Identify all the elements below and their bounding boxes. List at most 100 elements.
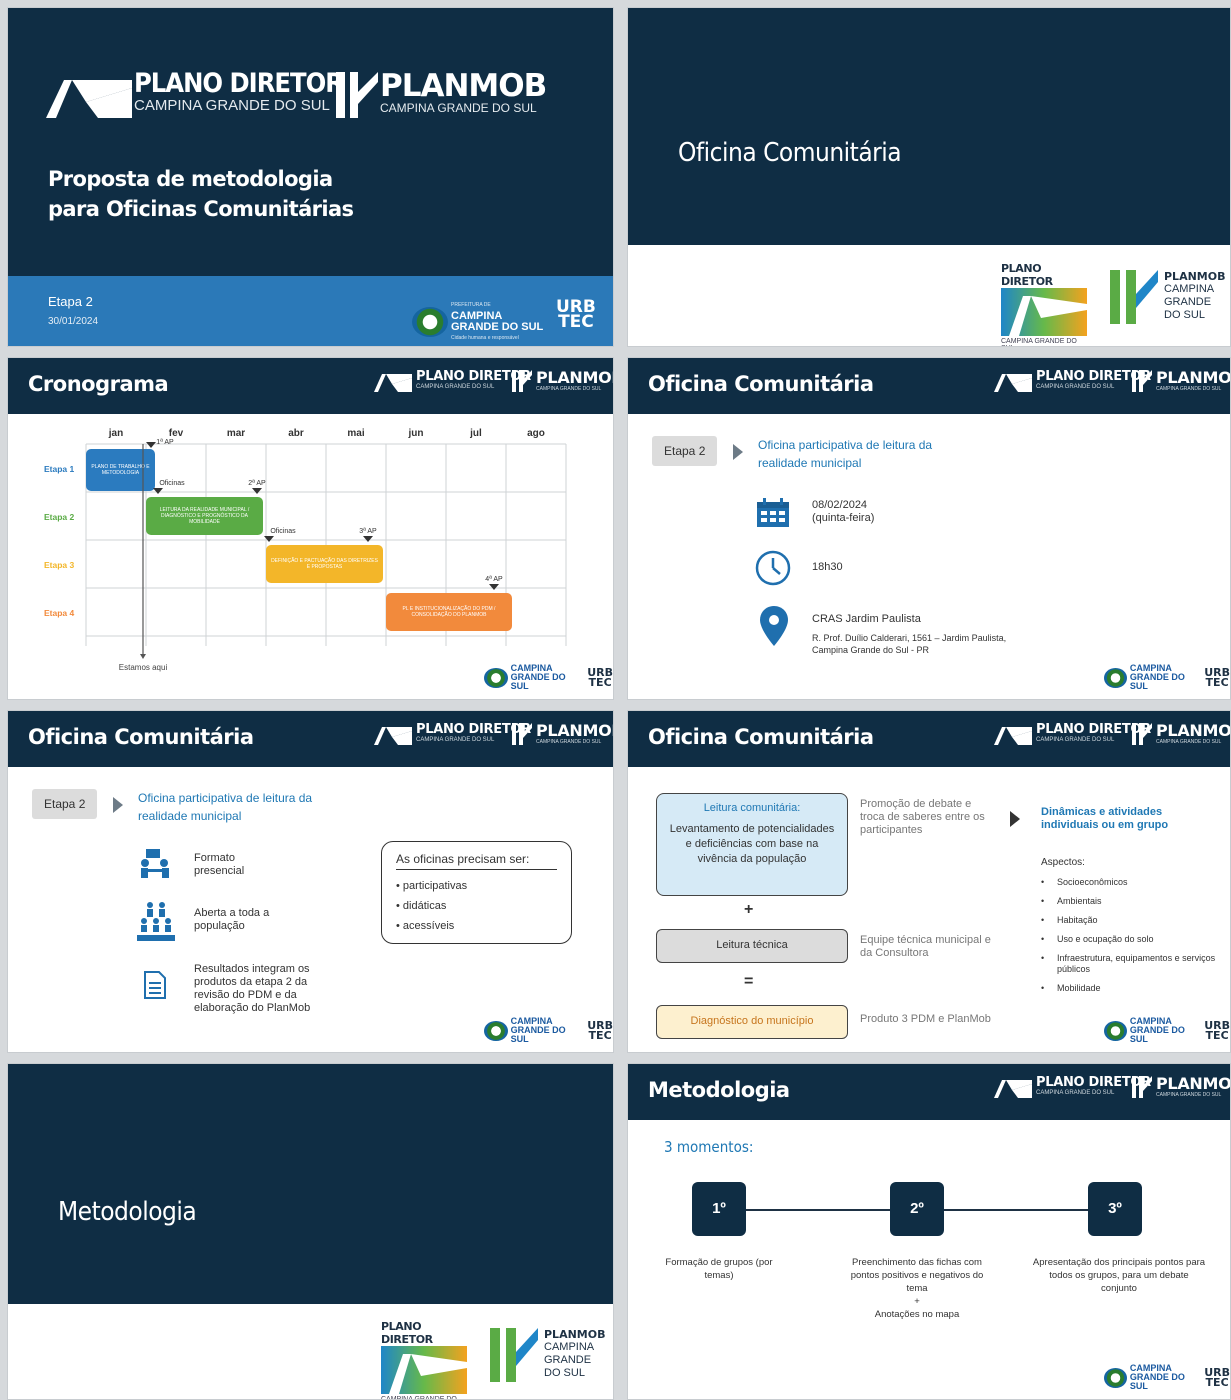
- gantt-bar-label: PL E INSTITUCIONALIZAÇÃO DO PDM / CONSOL…: [402, 606, 496, 618]
- footer-logos: CAMPINA GRANDE DO SUL URB TEC: [1104, 1364, 1230, 1391]
- note-equipe: Equipe técnica municipal e da Consultora: [860, 934, 991, 959]
- gantt-bar-label: LEITURA DA REALIDADE MUNICIPAL / DIAGNÓS…: [159, 507, 250, 525]
- address-line-2: Campina Grande do Sul - PR: [812, 645, 930, 655]
- pd-color-title: PLANO DIRETOR: [381, 1320, 433, 1346]
- slide-header: Oficina Comunitária PLANO DIRETOR CAMPINA…: [8, 711, 613, 767]
- slide-title: Cronograma: [28, 372, 169, 396]
- header-plano-logo: PLANO DIRETOR CAMPINA GRANDE DO SUL: [994, 1076, 1151, 1098]
- gantt-bar-label: PLANO DE TRABALHO E METODOLOGIA: [91, 464, 150, 476]
- slide-metodologia-section[interactable]: Metodologia PLANO DIRETOR CAMPINA GRANDE…: [7, 1063, 614, 1400]
- municipality-logo: CAMPINA GRANDE DO SUL: [1104, 664, 1196, 691]
- slide-title[interactable]: PLANO DIRETOR CAMPINA GRANDE DO SUL PLAN…: [7, 7, 614, 347]
- hdr-pm-title: PLANMOB: [1156, 368, 1231, 387]
- month-label: abr: [288, 428, 304, 439]
- slide-metodologia-steps[interactable]: Metodologia PLANO DIRETOR CAMPINA GRANDE …: [627, 1063, 1231, 1400]
- event-date: 08/02/2024 (quinta-feira): [812, 499, 874, 525]
- municipality-seal-icon: [1104, 1367, 1127, 1388]
- section-title: Oficina Comunitária: [678, 138, 902, 168]
- slide-oficina-format[interactable]: Oficina Comunitária PLANO DIRETOR CAMPINA…: [7, 710, 614, 1053]
- pm-stack-1: CAMPINA: [1164, 283, 1215, 295]
- equals-sign: =: [744, 973, 754, 990]
- plano-diretor-mark-icon: [994, 727, 1032, 745]
- urbtec-logo: URB TEC: [1204, 667, 1230, 689]
- ap-marker: [252, 488, 262, 494]
- section-band: [628, 8, 1230, 245]
- pm-color-title: PLANMOB: [544, 1328, 606, 1341]
- aspect-item: • Ambientais: [1041, 896, 1102, 906]
- requirement-item: • didáticas: [396, 900, 447, 912]
- gantt-bar-label-box: DEFINIÇÃO E PACTUAÇÃO DAS DIRETRIZES E P…: [271, 558, 378, 570]
- requirements-box: As oficinas precisam ser: • participativ…: [381, 841, 572, 944]
- tec-text: TEC: [1205, 675, 1229, 689]
- leitura-tecnica-box: Leitura técnica: [656, 929, 848, 963]
- requirement-2: didáticas: [402, 900, 447, 912]
- slide-leitura[interactable]: Oficina Comunitária PLANO DIRETOR CAMPINA…: [627, 710, 1231, 1053]
- slide-oficina-details[interactable]: Oficina Comunitária PLANO DIRETOR CAMPINA…: [627, 357, 1231, 700]
- planmob-mark-icon: [1132, 723, 1152, 745]
- note-produto: Produto 3 PDM e PlanMob: [860, 1013, 991, 1025]
- section-band: [8, 1064, 613, 1304]
- step-2-desc: Preenchimento das fichas com pontos posi…: [842, 1256, 992, 1321]
- requirement-item: • acessíveis: [396, 920, 455, 932]
- plano-diretor-color-logo: PLANO DIRETOR CAMPINA GRANDE DO SUL: [1001, 262, 1091, 346]
- planmob-mark-icon: [512, 723, 532, 745]
- slide-oficina-section[interactable]: Oficina Comunitária PLANO DIRETOR CAMPIN…: [627, 7, 1231, 347]
- slide-title: Oficina Comunitária: [648, 725, 874, 749]
- aspect-item: • Infraestrutura, equipamentos e serviços…: [1041, 953, 1216, 974]
- slide-header: Oficina Comunitária PLANO DIRETOR CAMPINA…: [628, 358, 1230, 414]
- arrow-icon: [113, 797, 123, 813]
- gantt-bar-label-box: PLANO DE TRABALHO E METODOLOGIA: [91, 464, 150, 476]
- planmob-color-logo: PLANMOB CAMPINA GRANDE DO SUL: [1110, 270, 1225, 324]
- urbtec-logo: URB TEC: [1204, 1367, 1230, 1388]
- moments-subtitle: 3 momentos:: [664, 1138, 754, 1156]
- aspect-6: Mobilidade: [1057, 983, 1101, 993]
- muni-name-2: GRANDE DO SUL: [451, 321, 544, 333]
- event-time: 18h30: [812, 561, 843, 573]
- month-label: mai: [347, 428, 364, 439]
- pm-stack-3: DO SUL: [1164, 309, 1205, 321]
- calendar-icon: [757, 498, 789, 527]
- results-text: Resultados integram os produtos da etapa…: [194, 963, 310, 1015]
- municipality-logo: CAMPINA GRANDE DO SUL: [1104, 1364, 1196, 1391]
- arrow-icon: [733, 444, 743, 460]
- event-address: R. Prof. Duílio Calderari, 1561 – Jardim…: [812, 632, 1006, 656]
- slide-title: Metodologia: [648, 1078, 790, 1102]
- plano-diretor-mark-icon: [374, 374, 412, 392]
- step-3-box: 3º: [1088, 1182, 1142, 1236]
- step-1-desc: Formação de grupos (por temas): [665, 1257, 773, 1281]
- footer-logos: CAMPINA GRANDE DO SUL URB TEC: [484, 664, 613, 691]
- requirement-1: participativas: [402, 880, 468, 892]
- header-plano-logo: PLANO DIRETOR CAMPINA GRANDE DO SUL: [994, 723, 1151, 745]
- urbtec-logo: URB TEC: [1204, 1020, 1230, 1041]
- ap-label: 4ª AP: [485, 576, 503, 583]
- municipality-seal-icon: [484, 1020, 508, 1041]
- oficina-description: Oficina participativa de leitura da real…: [758, 438, 933, 470]
- plano-diretor-mark-icon: [994, 374, 1032, 392]
- planmob-color-logo: PLANMOB CAMPINA GRANDE DO SUL: [490, 1328, 605, 1382]
- urbtec-logo: URB TEC: [587, 1020, 613, 1042]
- planmob-subtitle: CAMPINA GRANDE DO SUL: [380, 101, 537, 115]
- plano-diretor-color-logo: PLANO DIRETOR CAMPINA GRANDE DO SUL: [381, 1320, 471, 1399]
- requirement-item: • participativas: [396, 880, 468, 892]
- aspect-3: Habitação: [1057, 915, 1098, 925]
- tec-text: TEC: [588, 1028, 612, 1042]
- section-title: Metodologia: [58, 1197, 197, 1227]
- aspect-item: • Socioeconômicos: [1041, 877, 1128, 887]
- etapa-tag: Etapa 2: [32, 789, 98, 819]
- pm-stack-3: DO SUL: [544, 1367, 585, 1379]
- stage-label: Etapa 2: [44, 512, 75, 522]
- month-label: mar: [227, 428, 245, 439]
- aspect-1: Socioeconômicos: [1057, 877, 1128, 887]
- aspect-item: • Habitação: [1041, 915, 1098, 925]
- ap-label: 1ª AP: [156, 439, 174, 446]
- arrow-icon: [1010, 811, 1020, 827]
- ap-marker: [146, 442, 156, 448]
- etapa-tag: Etapa 2: [652, 436, 718, 466]
- slide-cronograma[interactable]: Cronograma PLANO DIRETOR CAMPINA GRANDE D…: [7, 357, 614, 700]
- format-text: Formato presencial: [194, 852, 244, 878]
- planmob-mark-icon: [1132, 1076, 1152, 1098]
- dinamicas-title: Dinâmicas e atividades individuais ou em…: [1041, 806, 1169, 831]
- aspect-2: Ambientais: [1057, 896, 1102, 906]
- ap-marker: [363, 536, 373, 542]
- oficina-label: Oficinas: [159, 480, 185, 487]
